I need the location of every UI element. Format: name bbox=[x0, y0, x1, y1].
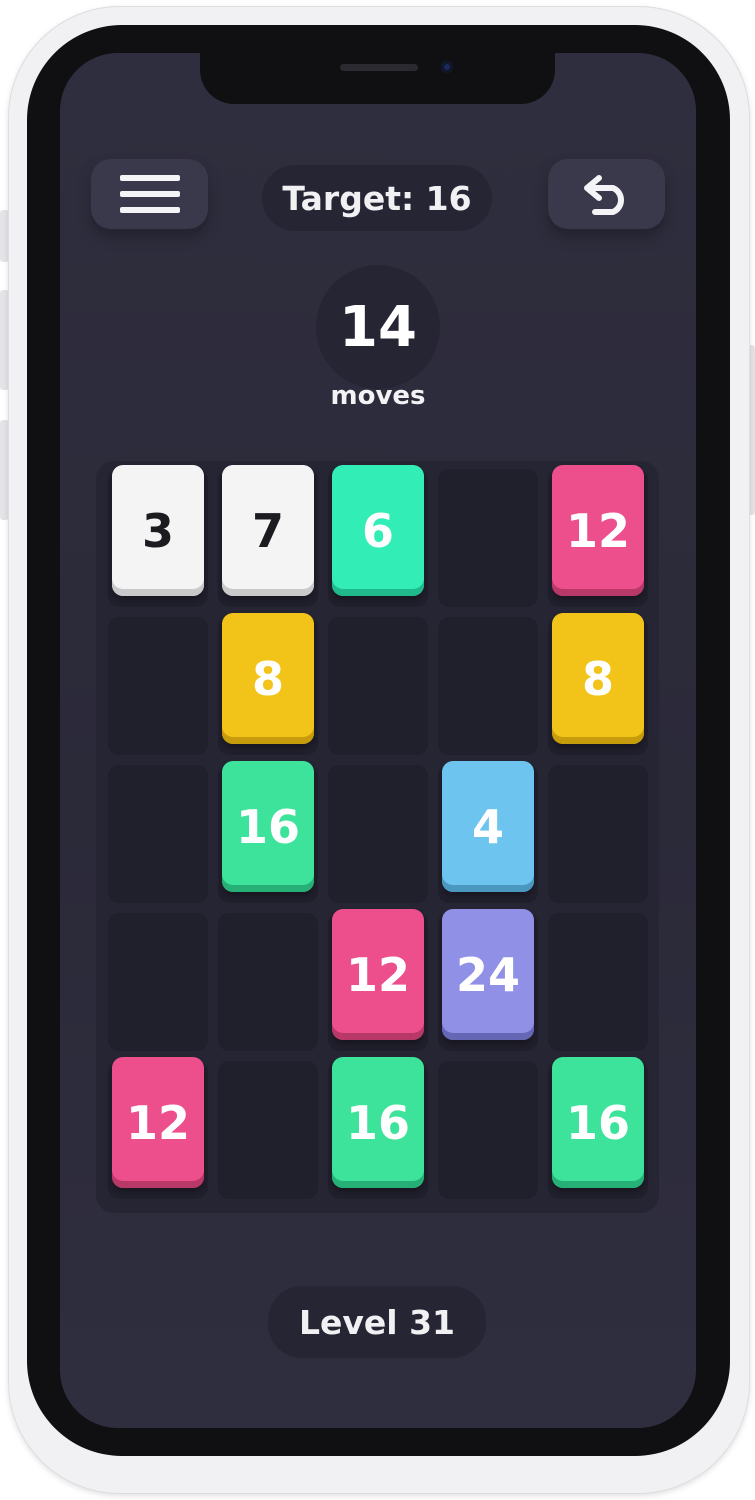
board-cell[interactable] bbox=[548, 913, 648, 1051]
number-tile[interactable]: 8 bbox=[552, 613, 644, 744]
number-tile[interactable]: 12 bbox=[112, 1057, 204, 1188]
board-cell[interactable] bbox=[328, 765, 428, 903]
menu-button[interactable] bbox=[91, 159, 208, 229]
number-tile[interactable]: 16 bbox=[222, 761, 314, 892]
board-cell[interactable] bbox=[108, 617, 208, 755]
board-cell[interactable] bbox=[328, 617, 428, 755]
number-tile[interactable]: 7 bbox=[222, 465, 314, 596]
board-cell[interactable] bbox=[218, 913, 318, 1051]
board-cell[interactable] bbox=[218, 1061, 318, 1199]
front-camera-icon bbox=[441, 61, 453, 73]
moves-label: moves bbox=[330, 381, 426, 411]
target-label: Target: 16 bbox=[262, 165, 492, 231]
number-tile[interactable]: 24 bbox=[442, 909, 534, 1040]
board-cell[interactable] bbox=[438, 617, 538, 755]
game-screen: Target: 16 14 moves 3 7 6 12 8 8 16 4 12 24 12 16 16… bbox=[60, 53, 696, 1428]
number-tile[interactable]: 3 bbox=[112, 465, 204, 596]
phone-device: Target: 16 14 moves 3 7 6 12 8 8 16 4 12 24 12 16 16… bbox=[0, 0, 755, 1500]
number-tile[interactable]: 8 bbox=[222, 613, 314, 744]
level-label: Level 31 bbox=[268, 1286, 486, 1358]
speaker-grille bbox=[340, 64, 418, 71]
board-cell[interactable] bbox=[438, 1061, 538, 1199]
number-tile[interactable]: 16 bbox=[552, 1057, 644, 1188]
number-tile[interactable]: 12 bbox=[332, 909, 424, 1040]
board-cell[interactable] bbox=[548, 765, 648, 903]
moves-counter: 14 bbox=[316, 265, 440, 389]
number-tile[interactable]: 6 bbox=[332, 465, 424, 596]
hamburger-menu-icon bbox=[119, 175, 180, 213]
game-board: 3 7 6 12 8 8 16 4 12 24 12 16 16 bbox=[96, 461, 659, 1213]
undo-arrow-icon bbox=[583, 175, 624, 215]
board-cell[interactable] bbox=[108, 913, 208, 1051]
board-cell[interactable] bbox=[438, 469, 538, 607]
phone-notch bbox=[200, 53, 555, 104]
undo-button[interactable] bbox=[548, 159, 665, 229]
number-tile[interactable]: 12 bbox=[552, 465, 644, 596]
board-cell[interactable] bbox=[108, 765, 208, 903]
number-tile[interactable]: 4 bbox=[442, 761, 534, 892]
number-tile[interactable]: 16 bbox=[332, 1057, 424, 1188]
